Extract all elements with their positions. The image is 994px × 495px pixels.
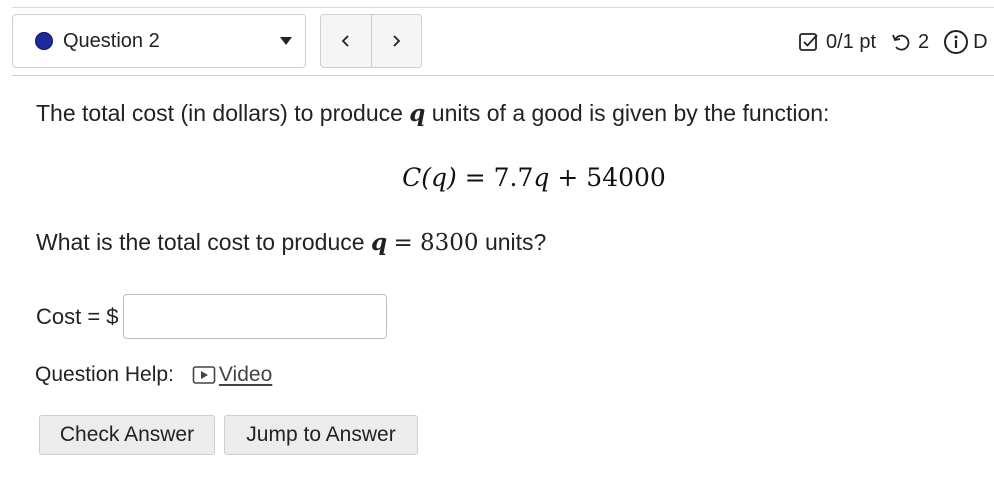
question-help-label: Question Help: (35, 363, 174, 386)
prompt-variable: q (409, 100, 426, 127)
prompt-text-start: The total cost (in dollars) to produce (36, 100, 410, 126)
top-divider (12, 7, 994, 8)
checkbox-icon (799, 33, 818, 51)
answer-row: Cost = $ (36, 294, 387, 339)
chevron-left-icon (341, 35, 349, 47)
video-help-link[interactable]: Video (192, 363, 272, 387)
question-nav (320, 14, 422, 68)
jump-to-answer-button[interactable]: Jump to Answer (224, 415, 418, 455)
question-selector-label: Question 2 (63, 29, 160, 52)
score-status: 0/1 pt 2 D (798, 27, 988, 57)
caret-down-icon (280, 37, 292, 45)
cost-function-formula: C(q) = 7.7q + 54000 (0, 163, 994, 192)
ask-variable: q (370, 229, 388, 256)
formula-constant: + 54000 (557, 163, 666, 192)
score-value: 0/1 pt (826, 30, 877, 53)
formula-lhs: C(q) (402, 163, 457, 192)
question-page: Question 2 0/1 pt 2 D The total cost (in… (0, 0, 994, 495)
clipped-header-text: D (973, 30, 988, 53)
next-question-button[interactable] (370, 15, 422, 67)
question-selector[interactable]: Question 2 (12, 14, 306, 68)
prompt-text-end: units of a good is given by the function… (425, 100, 830, 126)
info-icon[interactable] (943, 29, 969, 55)
question-help: Question Help: Video (35, 360, 272, 390)
ask-text-start: What is the total cost to produce (36, 229, 371, 255)
retry-icon (892, 34, 910, 51)
ask-value: = 8300 (393, 230, 479, 256)
tries-remaining: 2 (918, 30, 930, 53)
chevron-right-icon (393, 35, 401, 47)
cost-answer-input[interactable] (122, 294, 387, 339)
play-icon (192, 366, 216, 384)
previous-question-button[interactable] (321, 15, 371, 67)
formula-coefficient: 7.7 (493, 163, 534, 192)
formula-variable: q (533, 163, 550, 192)
formula-equals: = (464, 163, 486, 192)
cost-label: Cost = $ (36, 303, 119, 329)
ask-text-end: units? (478, 229, 547, 255)
question-prompt: The total cost (in dollars) to produce q… (36, 100, 829, 127)
check-answer-button[interactable]: Check Answer (39, 415, 215, 455)
question-ask: What is the total cost to produce q = 83… (36, 229, 546, 256)
header-divider (12, 75, 994, 76)
video-link-label: Video (218, 363, 273, 386)
filled-circle-icon (35, 32, 53, 50)
